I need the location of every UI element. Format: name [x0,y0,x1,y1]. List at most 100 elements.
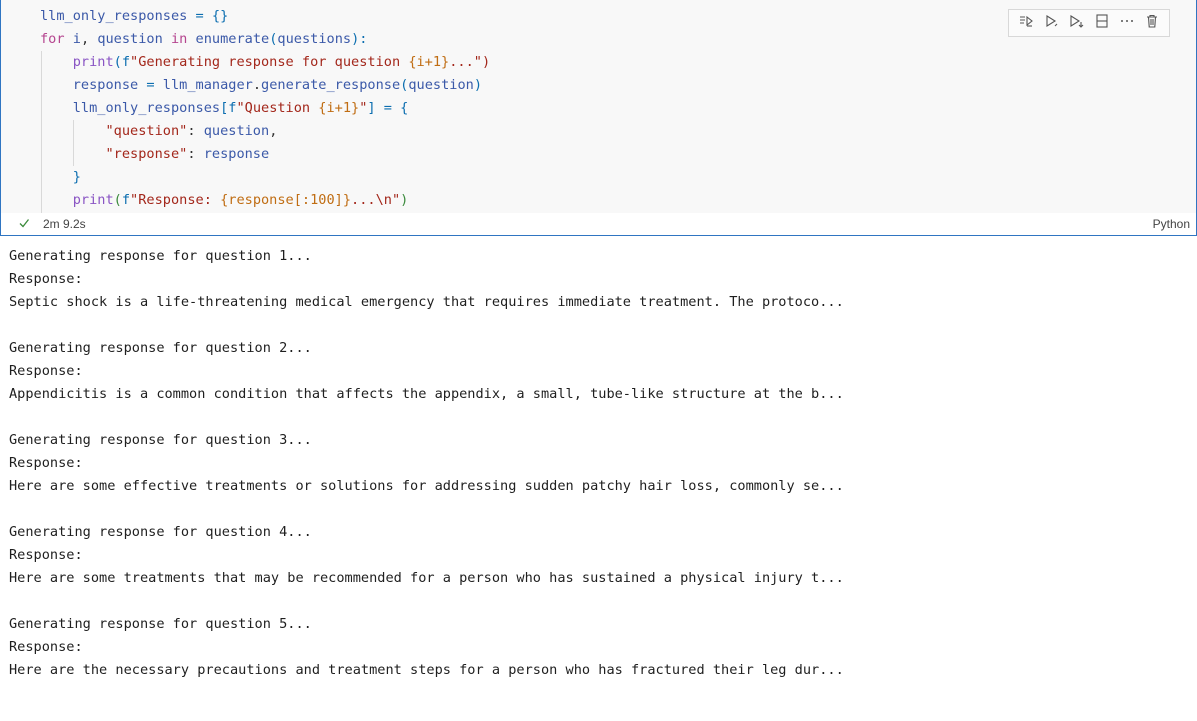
code-token: question [408,77,474,93]
code-token: ( [113,54,122,70]
code-token: : [187,146,204,162]
output-line: Here are some effective treatments or so… [9,478,844,494]
code-token: f [121,192,131,208]
code-token: "Question [236,100,319,116]
code-line: "question": question, [40,120,490,143]
output-line: Here are some treatments that may be rec… [9,570,844,586]
code-token: "question" [105,123,188,139]
code-cell[interactable]: llm_only_responses = {} for i, question i… [0,0,1197,236]
code-token: in [170,31,188,47]
code-token: generate_response [261,77,401,93]
check-icon [18,217,30,232]
code-token: f [121,54,131,70]
code-token: ( [113,192,122,208]
code-token: question [97,31,163,47]
code-token: = [375,100,401,116]
code-token: ) [400,192,409,208]
run-cell-icon [1043,13,1059,34]
run-below-icon [1068,13,1084,34]
code-token: "Generating response for question [130,54,409,70]
execute-cell-button[interactable] [1040,12,1062,34]
more-actions-button[interactable] [1116,12,1138,34]
cell-language[interactable]: Python [1153,217,1190,231]
output-line: Generating response for question 5... [9,616,312,632]
code-token: print [72,54,114,70]
split-icon [1094,13,1110,34]
output-line: Response: [9,547,83,563]
code-token: {response[:100]} [220,192,352,208]
cell-status-bar: 2m 9.2s Python [1,213,1196,235]
output-line: Generating response for question 3... [9,432,312,448]
code-token: {i+1} [318,100,360,116]
code-token: response [203,146,270,162]
output-line: Response: [9,639,83,655]
code-token: ] [367,100,376,116]
code-token: question [203,123,270,139]
code-token: questions [277,31,352,47]
code-token: "response" [105,146,188,162]
output-line: Septic shock is a life-threatening medic… [9,294,844,310]
trash-icon [1144,13,1160,34]
code-token: ...\n" [351,192,401,208]
split-cell-button[interactable] [1091,12,1113,34]
cell-output: Generating response for question 1... Res… [9,245,844,682]
execute-above-button[interactable] [1015,12,1037,34]
code-token: llm_manager [162,77,253,93]
output-line: Appendicitis is a common condition that … [9,386,844,402]
cell-toolbar [1008,9,1170,37]
code-token: "Response: [130,192,221,208]
output-line: Response: [9,271,83,287]
code-line: print(f"Response: {response[:100]}...\n"… [40,189,490,212]
code-token: ...") [449,54,491,70]
code-line: llm_only_responses = {} [40,5,490,28]
output-line: Generating response for question 2... [9,340,312,356]
code-token: ) [473,77,483,93]
delete-cell-button[interactable] [1141,12,1163,34]
output-line: Generating response for question 4... [9,524,312,540]
code-line: print(f"Generating response for question… [40,51,490,74]
ellipsis-icon [1119,13,1135,34]
code-token: i [72,31,81,47]
code-token: = [138,77,163,93]
code-token: ): [351,31,368,47]
code-editor[interactable]: llm_only_responses = {} for i, question i… [1,0,1196,213]
code-token: {} [211,8,229,24]
run-above-icon [1018,13,1034,34]
code-token: , [80,31,98,47]
code-token: print [72,192,114,208]
output-line: Generating response for question 1... [9,248,312,264]
code-line: response = llm_manager.generate_response… [40,74,490,97]
code-token: { [400,100,409,116]
output-line: Here are the necessary precautions and t… [9,662,844,678]
code-token: {i+1} [408,54,450,70]
code-token: llm_only_responses [72,100,221,116]
code-line: for i, question in enumerate(questions): [40,28,490,51]
code-token: = [187,8,212,24]
code-token: , [269,123,278,139]
code-token: for [40,31,65,47]
code-token: llm_only_responses [40,8,188,24]
code-line: } [40,166,490,189]
code-token: } [72,169,81,185]
code-text[interactable]: llm_only_responses = {} for i, question i… [40,5,490,212]
code-token: : [187,123,204,139]
code-line: "response": response [40,143,490,166]
output-line: Response: [9,363,83,379]
code-line: llm_only_responses[f"Question {i+1}"] = … [40,97,490,120]
output-line: Response: [9,455,83,471]
execute-below-button[interactable] [1065,12,1087,34]
